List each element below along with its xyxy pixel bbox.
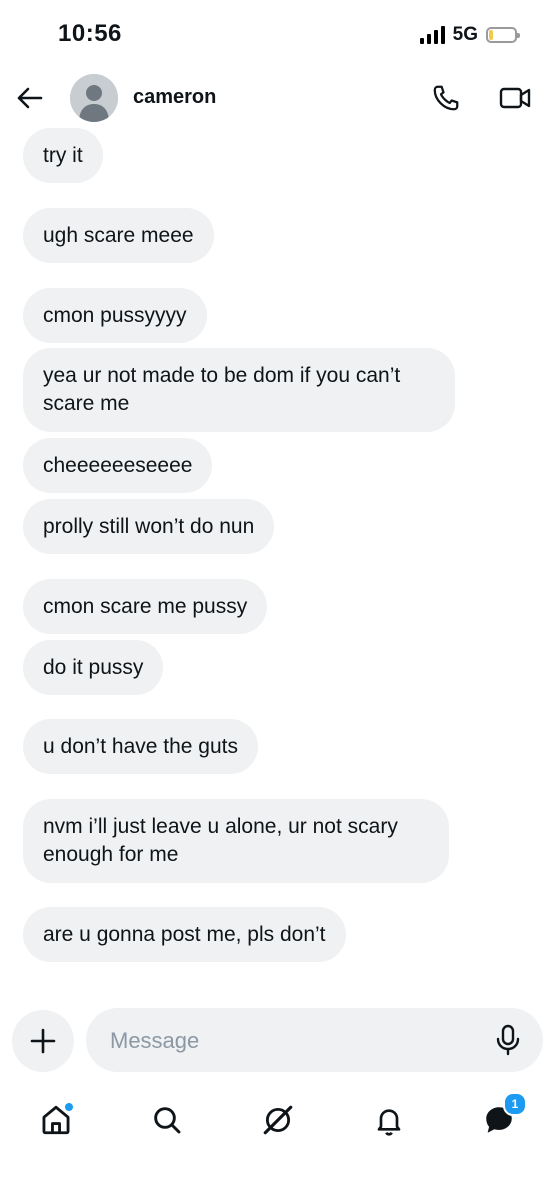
signal-icon [419,26,445,44]
grok-icon [263,1105,293,1135]
message-bubble[interactable]: do it pussy [23,640,164,695]
message-text: cheeeeeeseeee [43,453,193,477]
message-bubble[interactable]: try it [23,128,103,183]
message-bubble[interactable]: prolly still won’t do nun [23,499,275,554]
nav-notifications[interactable] [367,1098,411,1142]
video-camera-icon [499,87,531,109]
notification-dot [64,1102,74,1112]
network-label: 5G [452,24,478,45]
message-bubble[interactable]: u don’t have the guts [23,719,258,774]
bottom-navigation: 1 [0,1088,555,1148]
battery-level [489,30,493,40]
message-text: are u gonna post me, pls don’t [43,922,326,946]
message-text: yea ur not made to be dom if you can’t s… [43,364,401,415]
message-thread[interactable]: try it ugh scare meee cmon pussyyyy yea … [0,0,555,1000]
message-text: try it [43,143,83,167]
unread-badge: 1 [503,1092,527,1116]
microphone-icon [496,1024,520,1056]
message-bubble[interactable]: cmon scare me pussy [23,579,268,634]
nav-messages[interactable]: 1 [477,1092,527,1142]
message-bubble[interactable]: cmon pussyyyy [23,288,207,343]
message-bubble[interactable]: nvm i’ll just leave u alone, ur not scar… [23,799,449,883]
status-time: 10:56 [58,20,122,47]
dm-screen: try it ugh scare meee cmon pussyyyy yea … [0,0,555,1200]
message-text: prolly still won’t do nun [43,514,255,538]
arrow-left-icon [17,87,43,109]
message-text: ugh scare meee [43,223,194,247]
message-composer[interactable] [86,1008,543,1074]
phone-icon [433,85,459,111]
plus-icon [30,1028,56,1054]
message-bubble[interactable]: are u gonna post me, pls don’t [23,907,346,962]
message-input[interactable] [108,1008,472,1074]
message-bubble[interactable]: ugh scare meee [23,208,214,263]
add-attachment-button[interactable] [12,1010,74,1072]
message-text: nvm i’ll just leave u alone, ur not scar… [43,815,398,866]
back-button[interactable] [14,82,46,114]
nav-home[interactable] [34,1098,78,1142]
default-avatar-icon [70,74,118,122]
message-text: cmon pussyyyy [43,303,187,327]
voice-message-button[interactable] [493,1024,523,1056]
video-call-button[interactable] [494,80,536,116]
conversation-header: cameron [0,70,555,126]
message-text: cmon scare me pussy [43,594,248,618]
avatar[interactable] [70,74,118,122]
message-text: do it pussy [43,655,144,679]
call-button[interactable] [428,80,464,116]
message-bubble[interactable]: cheeeeeeseeee [23,438,213,493]
search-icon [154,1107,181,1134]
nav-grok[interactable] [256,1098,300,1142]
nav-search[interactable] [145,1098,189,1142]
message-bubble[interactable]: yea ur not made to be dom if you can’t s… [23,348,455,432]
status-indicators: 5G [419,24,520,46]
bell-icon [377,1109,401,1136]
battery-icon [486,27,520,43]
contact-name[interactable]: cameron [133,86,216,109]
message-text: u don’t have the guts [43,734,238,758]
